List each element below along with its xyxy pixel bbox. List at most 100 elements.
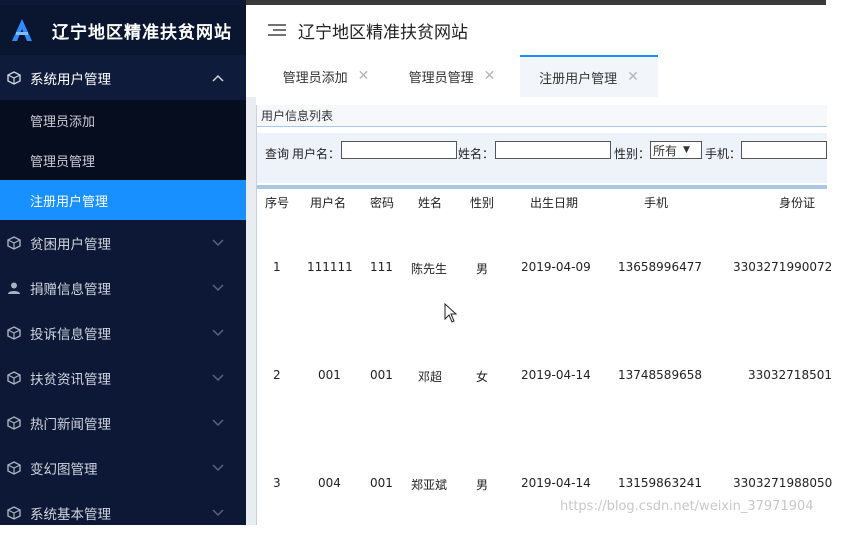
mouse-cursor-icon [444,303,458,323]
cell-username: 111111 [307,260,353,274]
content-gutter [246,97,256,525]
sidebar-group-news-info[interactable]: 扶贫资讯管理 [0,355,246,400]
column-header: 用户名 [310,196,347,210]
column-header: 序号 [265,196,290,210]
close-icon[interactable]: ✕ [484,68,496,84]
name-label: 姓名： [458,147,495,161]
cell-gender: 女 [476,370,489,384]
chevron-down-icon [212,327,224,339]
sidebar-item-admin-manage[interactable]: 管理员管理 [0,140,246,180]
cell-phone: 13748589658 [618,368,702,382]
cell-name: 郑亚斌 [411,478,448,492]
cell-gender: 男 [476,478,489,492]
cube-icon [7,235,21,250]
gender-select[interactable]: 所有 ▼ [650,141,702,159]
phone-input[interactable] [741,141,827,159]
cell-index: 3 [273,476,281,490]
user-icon [7,281,21,295]
cell-name: 陈先生 [411,262,448,276]
cell-password: 111 [370,260,393,274]
chevron-down-icon [212,462,224,474]
cell-username: 001 [318,368,341,382]
sidebar-group-label: 变幻图管理 [30,461,98,478]
cell-password: 001 [370,476,393,490]
tab-label: 管理员添加 [282,70,348,86]
sidebar-group-donations[interactable]: 捐赠信息管理 [0,265,246,310]
dropdown-arrow-icon: ▼ [683,145,690,155]
column-header: 姓名 [418,196,443,210]
tab-label: 注册用户管理 [539,71,618,87]
sidebar-group-hot-news[interactable]: 热门新闻管理 [0,400,246,445]
sidebar-group-system-basic[interactable]: 系统基本管理 [0,490,246,535]
cell-id-card: 3303271988050 [733,476,833,490]
cell-phone: 13658996477 [618,260,702,274]
sidebar-group-label: 扶贫资讯管理 [30,371,111,388]
cell-birthdate: 2019-04-14 [521,476,591,490]
brand-bar: 辽宁地区精准扶贫网站 [0,5,246,55]
cube-icon [7,415,21,430]
menu-toggle-icon[interactable] [268,23,286,37]
cell-name: 邓超 [418,370,443,384]
chevron-down-icon [212,507,224,519]
sidebar-item-registered-users[interactable]: 注册用户管理 [0,180,246,220]
username-input[interactable] [341,141,457,159]
tab-label: 管理员管理 [408,70,474,86]
tab-admin-manage[interactable]: 管理员管理 ✕ [392,55,512,97]
cube-icon [7,505,21,520]
user-list-panel: 用户信息列表 查询 用户名： 姓名： 性别： 所有 ▼ 手机： 序号 用户名 密… [256,105,832,525]
cell-phone: 13159863241 [618,476,702,490]
sidebar-group-poor-users[interactable]: 贫困用户管理 [0,220,246,265]
sidebar-item-admin-add[interactable]: 管理员添加 [0,100,246,140]
column-header: 密码 [370,196,395,210]
cell-password: 001 [370,368,393,382]
column-header: 性别 [470,196,495,210]
brand-title: 辽宁地区精准扶贫网站 [52,22,232,43]
sidebar: 辽宁地区精准扶贫网站 系统用户管理 管理员添加 管理员管理 注册用户管理 贫困用… [0,0,246,525]
sidebar-group-label: 捐赠信息管理 [30,281,111,298]
cell-id-card: 3303271990072 [733,260,833,274]
tab-registered-users[interactable]: 注册用户管理 ✕ [520,55,658,97]
chevron-down-icon [212,282,224,294]
column-header: 身份证 [779,196,816,210]
watermark: https://blog.csdn.net/weixin_37971904 [560,499,814,514]
sidebar-group-label: 系统用户管理 [30,71,111,88]
cell-id-card: 33032718501 [748,368,832,382]
cube-icon [7,70,21,85]
cell-birthdate: 2019-04-09 [521,260,591,274]
column-header: 出生日期 [530,196,579,210]
logo-icon [12,19,32,41]
sidebar-submenu: 管理员添加 管理员管理 注册用户管理 [0,100,246,220]
cell-birthdate: 2019-04-14 [521,368,591,382]
sidebar-group-carousel[interactable]: 变幻图管理 [0,445,246,490]
gender-select-value: 所有 [653,143,678,158]
cube-icon [7,460,21,475]
cube-icon [7,325,21,340]
username-label: 用户名： [292,147,341,161]
sidebar-group-complaints[interactable]: 投诉信息管理 [0,310,246,355]
cell-username: 004 [318,476,341,490]
panel-title: 用户信息列表 [257,105,827,127]
chevron-down-icon [212,372,224,384]
tab-bar: 管理员添加 ✕ 管理员管理 ✕ 注册用户管理 ✕ [246,55,826,97]
column-header: 手机 [644,196,669,210]
close-icon[interactable]: ✕ [627,69,639,85]
top-header: 辽宁地区精准扶贫网站 [246,5,826,55]
phone-label: 手机： [705,147,742,161]
cube-icon [7,370,21,385]
sidebar-group-label: 投诉信息管理 [30,326,111,343]
cell-index: 2 [273,368,281,382]
table-divider [257,185,827,189]
sidebar-group-label: 热门新闻管理 [30,416,111,433]
chevron-up-icon [212,72,224,84]
cell-index: 1 [273,260,281,274]
tab-admin-add[interactable]: 管理员添加 ✕ [266,55,386,97]
gender-label: 性别： [614,147,651,161]
page-title: 辽宁地区精准扶贫网站 [298,22,468,43]
chevron-down-icon [212,417,224,429]
close-icon[interactable]: ✕ [358,68,370,84]
sidebar-group-system-users[interactable]: 系统用户管理 [0,55,246,100]
name-input[interactable] [495,141,611,159]
query-label: 查询 [265,147,290,161]
sidebar-group-label: 贫困用户管理 [30,236,111,253]
cell-gender: 男 [476,262,489,276]
